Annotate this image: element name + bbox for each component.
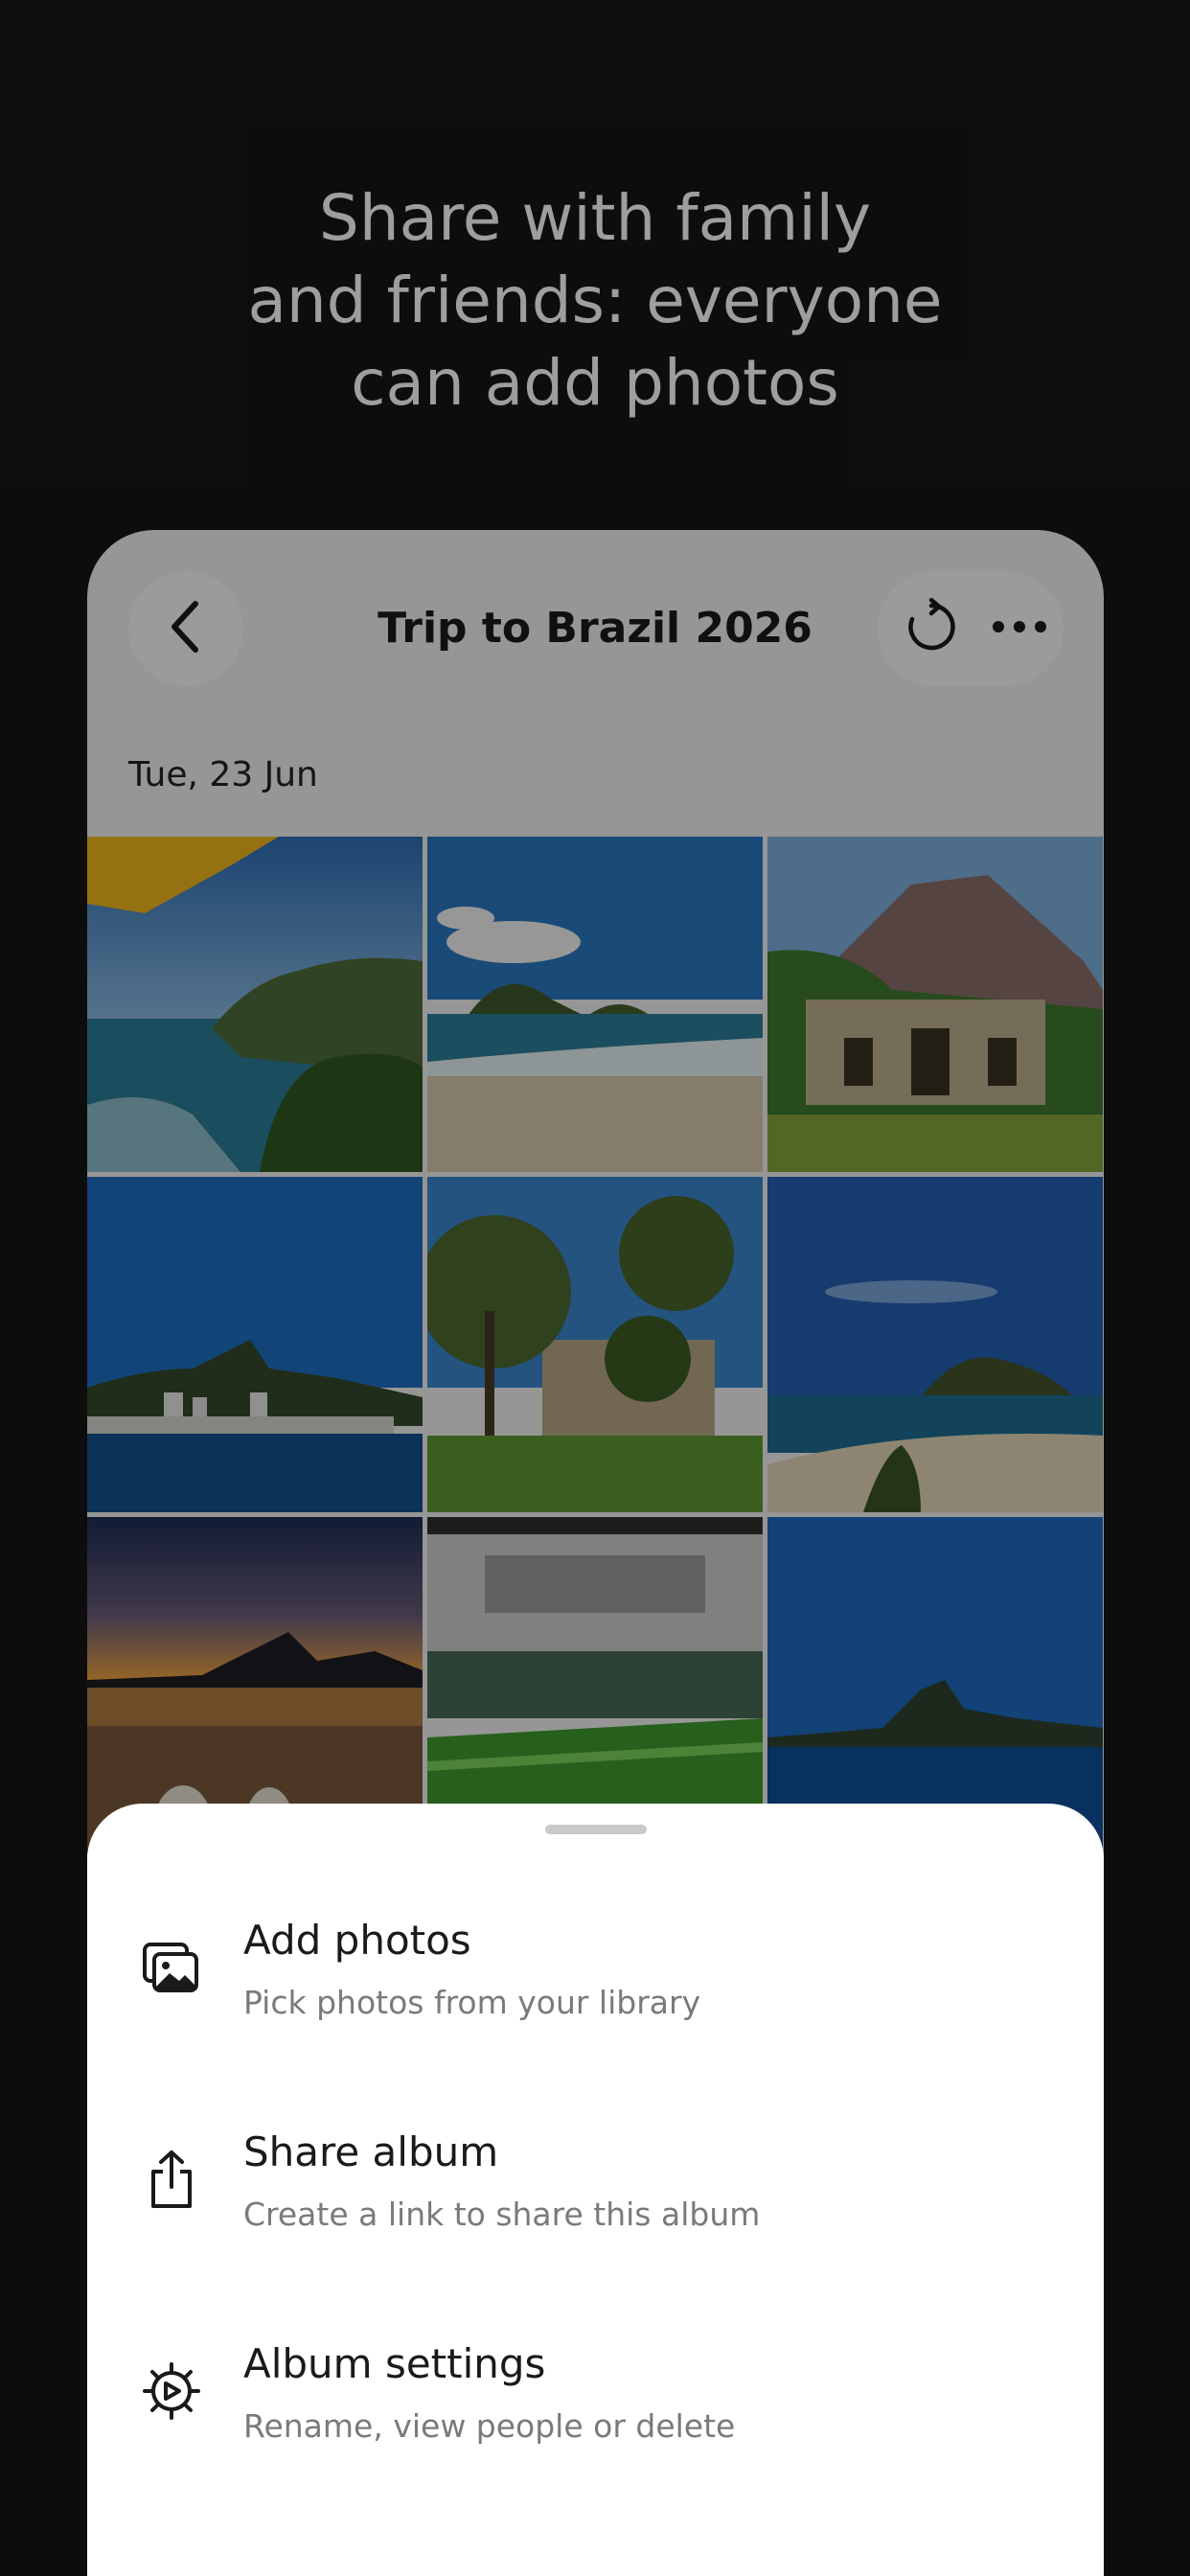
marketing-headline: Share with family and friends: everyone …	[0, 177, 1190, 425]
menu-item-subtitle: Create a link to share this album	[243, 2196, 761, 2233]
navigation-bar: Trip to Brazil 2026	[87, 530, 1104, 722]
more-button[interactable]	[983, 592, 1056, 665]
back-button[interactable]	[128, 571, 243, 686]
photo-island-beach[interactable]	[767, 1177, 1103, 1512]
headline-line-3: can add photos	[351, 346, 839, 420]
album-actions	[878, 571, 1064, 686]
photo-stadium[interactable]	[427, 1517, 763, 1852]
menu-item-title: Share album	[243, 2128, 499, 2175]
menu-item-subtitle: Pick photos from your library	[243, 1984, 701, 2021]
photo-grid	[87, 837, 1104, 1852]
photo-garden-house-trees[interactable]	[427, 1177, 763, 1512]
sheet-grabber[interactable]	[545, 1825, 647, 1834]
album-title: Trip to Brazil 2026	[378, 604, 812, 653]
photos-icon	[137, 1933, 206, 2002]
gear-icon	[137, 2357, 206, 2426]
album-options-sheet: Add photos Pick photos from your library…	[87, 1804, 1104, 2576]
photo-sugarloaf-bay[interactable]	[767, 1517, 1103, 1852]
refresh-icon	[903, 597, 960, 660]
menu-item-add-photos[interactable]: Add photos Pick photos from your library	[87, 1912, 1104, 2075]
share-icon	[137, 2145, 206, 2214]
refresh-button[interactable]	[895, 592, 968, 665]
photo-beach-umbrella-coast[interactable]	[87, 837, 423, 1172]
menu-item-subtitle: Rename, view people or delete	[243, 2407, 736, 2445]
menu-item-album-settings[interactable]: Album settings Rename, view people or de…	[87, 2335, 1104, 2498]
chevron-left-icon	[165, 600, 207, 658]
menu-item-title: Add photos	[243, 1917, 471, 1964]
photo-sunset-lagoon[interactable]	[87, 1517, 423, 1852]
headline-line-2: and friends: everyone	[247, 264, 943, 337]
photo-mountain-mansion[interactable]	[767, 837, 1103, 1172]
menu-item-share-album[interactable]: Share album Create a link to share this …	[87, 2124, 1104, 2287]
photo-city-skyline-mountain[interactable]	[87, 1177, 423, 1512]
photo-sandy-beach-islands[interactable]	[427, 837, 763, 1172]
more-horizontal-icon	[991, 619, 1048, 639]
menu-item-title: Album settings	[243, 2340, 546, 2387]
date-header: Tue, 23 Jun	[128, 755, 318, 794]
headline-line-1: Share with family	[318, 181, 872, 255]
